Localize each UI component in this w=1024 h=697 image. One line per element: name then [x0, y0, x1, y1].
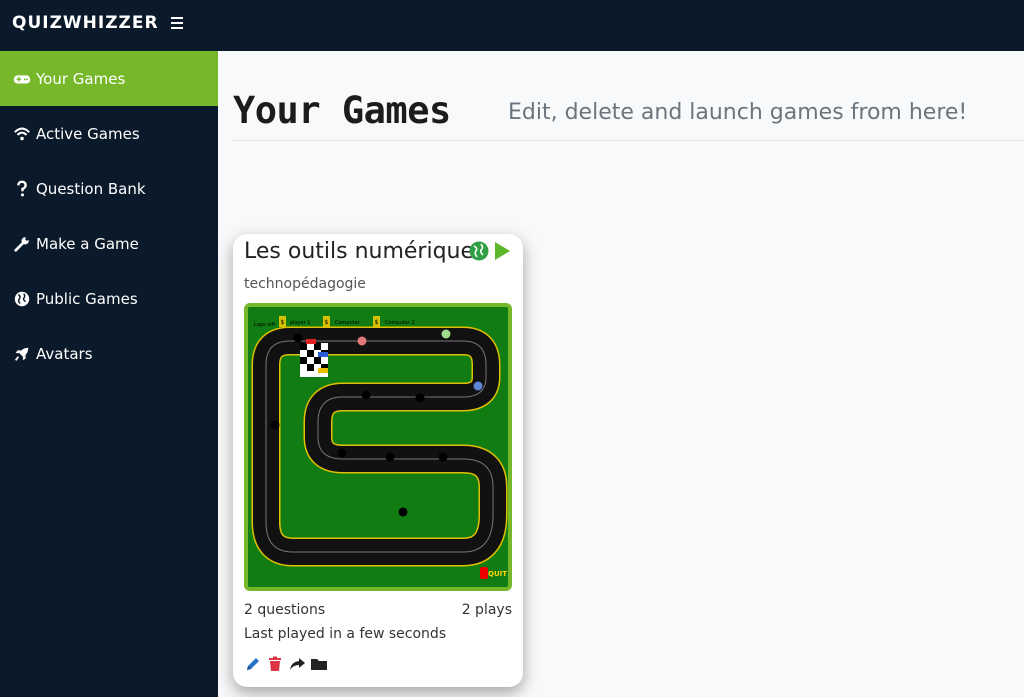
thumb-player-label: player 1 — [290, 320, 311, 326]
delete-trash-icon[interactable] — [266, 655, 284, 673]
sidebar-item-label: Public Games — [36, 289, 138, 308]
wifi-icon — [12, 125, 32, 143]
thumb-money-label: $ — [325, 319, 329, 326]
sidebar-item-active-games[interactable]: Active Games — [0, 106, 218, 161]
sidebar-item-label: Avatars — [36, 344, 93, 363]
game-card[interactable]: Les outils numériques technopédagogie La… — [233, 234, 523, 687]
sidebar-item-question-bank[interactable]: Question Bank — [0, 161, 218, 216]
folder-icon[interactable] — [310, 655, 328, 673]
sidebar-item-label: Make a Game — [36, 234, 139, 253]
top-navbar: QUIZWHIZZER — [0, 0, 1024, 51]
thumb-quit-label: QUIT — [488, 570, 507, 578]
sidebar-item-label: Your Games — [36, 69, 126, 88]
wrench-icon — [12, 235, 32, 253]
sidebar-item-make-a-game[interactable]: Make a Game — [0, 216, 218, 271]
edit-pencil-icon[interactable] — [244, 655, 262, 673]
globe-icon — [12, 290, 32, 308]
thumb-money-label: $ — [375, 319, 379, 326]
sidebar-item-your-games[interactable]: Your Games — [0, 51, 218, 106]
brand-logo[interactable]: QUIZWHIZZER — [12, 13, 159, 33]
share-icon[interactable] — [288, 655, 306, 673]
thumb-computer-2-label: Computer 2 — [385, 320, 415, 326]
launch-play-icon[interactable] — [490, 240, 512, 266]
thumb-computer-label: Computer — [335, 320, 361, 326]
last-played: Last played in a few seconds — [244, 626, 447, 642]
question-icon — [12, 180, 32, 198]
game-thumbnail[interactable]: Laps left $ player 1 $ Computer $ Comput… — [244, 303, 512, 591]
sidebar-item-public-games[interactable]: Public Games — [0, 271, 218, 326]
divider — [233, 140, 1024, 141]
main-content: Your Games Edit, delete and launch games… — [218, 51, 1024, 697]
question-count: 2 questions — [244, 602, 326, 618]
gamepad-icon — [12, 70, 32, 88]
sidebar: Your Games Active Games Question Bank Ma… — [0, 51, 218, 697]
rocket-icon — [12, 345, 32, 363]
page-title: Your Games — [233, 89, 451, 132]
sidebar-item-label: Active Games — [36, 124, 140, 143]
public-globe-icon[interactable] — [468, 240, 490, 266]
sidebar-item-avatars[interactable]: Avatars — [0, 326, 218, 381]
page-subtitle: Edit, delete and launch games from here! — [508, 100, 968, 125]
sidebar-item-label: Question Bank — [36, 179, 146, 198]
game-card-subject: technopédagogie — [244, 276, 366, 292]
game-card-status-icons — [468, 240, 512, 266]
thumb-money-label: $ — [281, 319, 285, 326]
play-count: 2 plays — [461, 602, 512, 618]
thumb-laps-label: Laps left — [254, 322, 275, 328]
game-card-actions — [244, 655, 328, 673]
hamburger-menu-icon[interactable] — [171, 17, 183, 29]
